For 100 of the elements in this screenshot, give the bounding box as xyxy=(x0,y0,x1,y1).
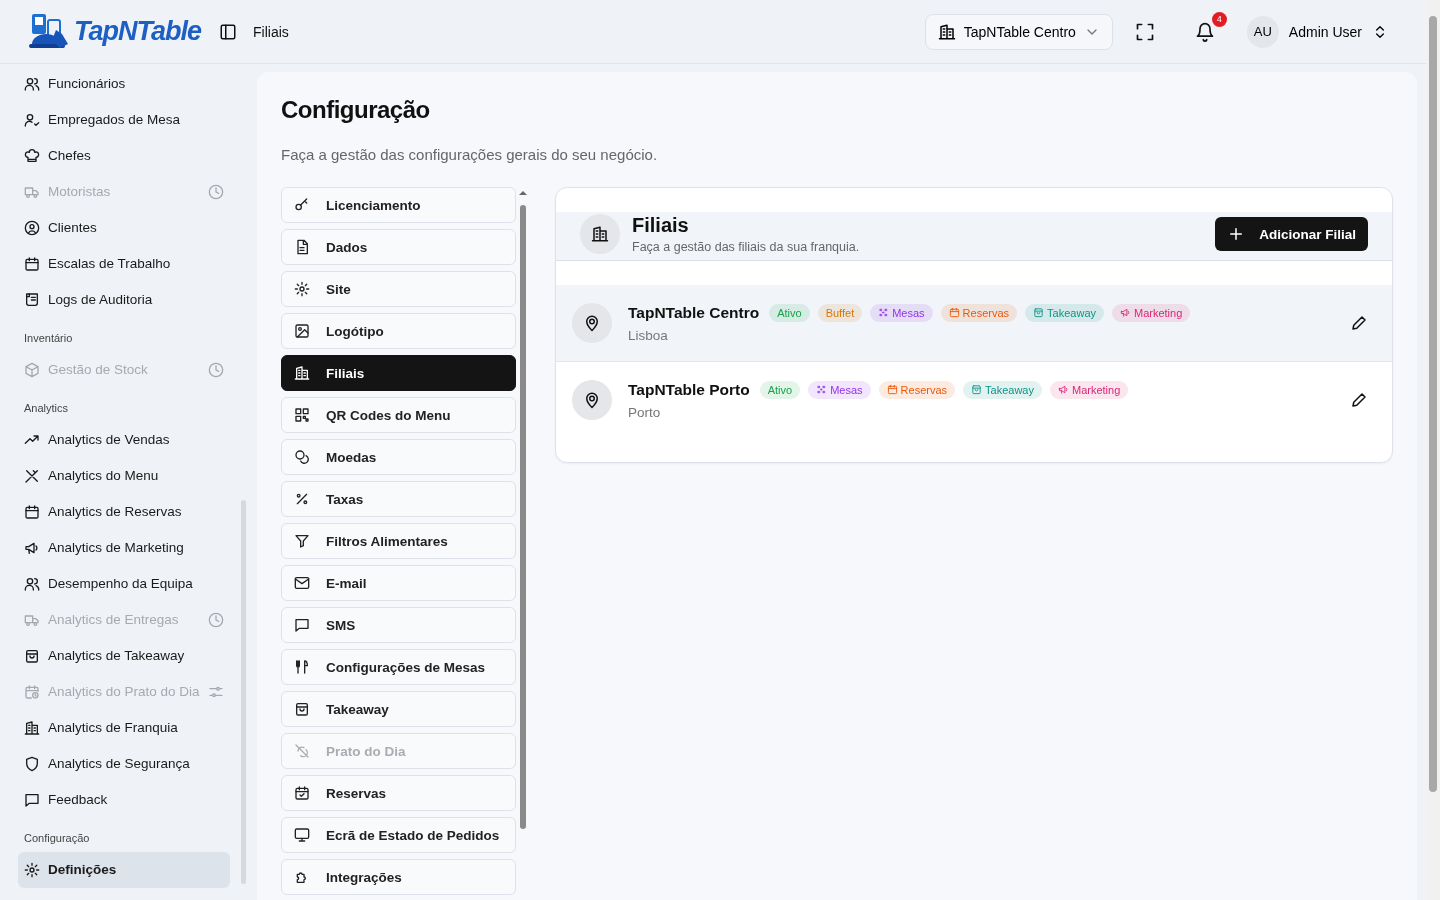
page-title: Filiais xyxy=(253,23,289,40)
settings-menu-item[interactable]: Dados xyxy=(281,229,516,265)
monitor-icon xyxy=(294,827,310,843)
settings-menu-item[interactable]: Taxas xyxy=(281,481,516,517)
settings-icon xyxy=(294,281,310,297)
settings-menu-item[interactable]: Site xyxy=(281,271,516,307)
branch-city: Porto xyxy=(628,404,662,420)
branch-select[interactable]: TapNTable Centro xyxy=(924,13,1113,50)
fork-knife-icon xyxy=(294,659,310,675)
truck-icon xyxy=(24,612,40,628)
map-pin-icon xyxy=(572,303,612,343)
calendar-icon xyxy=(24,256,40,272)
sidebar-item[interactable]: Chefes xyxy=(18,138,230,174)
megaphone-icon xyxy=(1058,384,1069,395)
users-icon xyxy=(24,76,40,92)
bag-icon xyxy=(1033,307,1045,318)
section-heading: Analytics xyxy=(23,401,70,416)
user-avatar: AU xyxy=(1246,15,1279,48)
crossed-out-icon xyxy=(294,743,310,759)
settings-menu-item[interactable]: Licenciamento xyxy=(281,187,516,223)
sidebar-item[interactable]: Analytics de Reservas xyxy=(18,494,230,530)
grid-icon xyxy=(878,307,890,318)
settings-menu-item[interactable]: Configurações de Mesas xyxy=(281,649,516,685)
sidebar-item[interactable]: Analytics de Vendas xyxy=(18,422,230,458)
feature-tag: Mesas xyxy=(808,380,871,399)
feature-tag: Reservas xyxy=(940,303,1018,322)
image-icon xyxy=(294,323,310,339)
edit-icon[interactable] xyxy=(1350,314,1368,332)
feature-tag: Marketing xyxy=(1112,303,1191,322)
settings-menu-item[interactable]: QR Codes do Menu xyxy=(281,397,516,433)
sidebar-item[interactable]: Clientes xyxy=(18,210,230,246)
logo-text: TapNTable xyxy=(74,16,201,47)
card-title: Filiais xyxy=(632,214,690,237)
notifications-icon[interactable] xyxy=(1194,21,1215,42)
sidebar-item[interactable]: Analytics de Takeaway xyxy=(18,638,230,674)
edit-icon[interactable] xyxy=(1350,391,1368,409)
bag-icon xyxy=(971,384,983,395)
fullscreen-icon[interactable] xyxy=(1134,21,1155,42)
sidebar-item[interactable]: Analytics de Franquia xyxy=(18,710,230,746)
scroll-bar[interactable] xyxy=(1426,0,1440,900)
bag-icon xyxy=(294,701,310,717)
sidebar-item[interactable]: Analytics do Menu xyxy=(18,458,230,494)
add-branch-button[interactable]: Adicionar Filial xyxy=(1215,217,1368,251)
sidebar-item[interactable]: Empregados de Mesa xyxy=(18,102,230,138)
clock-icon xyxy=(208,184,224,200)
branch-row[interactable]: TapNTable Porto Ativo Mesas Reservas Takeaway Marketing Porto xyxy=(556,362,1392,438)
settings-menu-item[interactable]: Filtros Alimentares xyxy=(281,523,516,559)
sidebar-item[interactable]: Analytics de Segurança xyxy=(18,746,230,782)
settings-menu-item[interactable]: Filiais xyxy=(281,355,516,391)
branch-row[interactable]: TapNTable Centro Ativo Buffet Mesas Reservas Takeaway Marketing Lisboa xyxy=(556,285,1392,362)
section-heading: Inventário xyxy=(23,331,74,346)
sidebar-item[interactable]: Analytics de Marketing xyxy=(18,530,230,566)
clock-icon xyxy=(208,612,224,628)
feature-tag: Takeaway xyxy=(963,380,1042,399)
card-description: Faça a gestão das filiais da sua franquia. xyxy=(632,240,861,254)
page-heading: Configuração xyxy=(281,96,431,124)
scroll-icon xyxy=(24,292,40,308)
branch-name: TapNTable Centro xyxy=(628,303,760,322)
building-icon xyxy=(937,22,956,41)
message-icon xyxy=(24,792,40,808)
settings-icon xyxy=(24,862,40,878)
filter-icon xyxy=(294,533,310,549)
feature-tag: Takeaway xyxy=(1025,303,1104,322)
sidebar-item[interactable]: Funcionários xyxy=(18,66,230,102)
sidebar-item[interactable]: Logs de Auditoria xyxy=(18,282,230,318)
calendar-icon xyxy=(24,504,40,520)
key-icon xyxy=(294,197,310,213)
section-heading: Configuração xyxy=(23,831,91,846)
sidebar-item[interactable]: Escalas de Trabalho xyxy=(18,246,230,282)
feature-tag: Reservas xyxy=(878,380,956,399)
mail-icon xyxy=(294,575,310,591)
percent-icon xyxy=(294,491,310,507)
sidebar-item[interactable]: Desempenho da Equipa xyxy=(18,566,230,602)
notification-count: 4 xyxy=(1211,11,1227,27)
calendar-check-icon xyxy=(294,785,310,801)
calendar-clock-icon xyxy=(24,684,40,700)
settings-menu-item[interactable]: Logótipo xyxy=(281,313,516,349)
bag-icon xyxy=(24,648,40,664)
settings-menu-item[interactable]: E-mail xyxy=(281,565,516,601)
sidebar-item[interactable]: Definições xyxy=(18,852,230,888)
settings-menu-item[interactable]: Takeaway xyxy=(281,691,516,727)
settings-menu-item[interactable]: Moedas xyxy=(281,439,516,475)
shield-icon xyxy=(24,756,40,772)
grid-icon xyxy=(816,384,828,395)
settings-menu-item[interactable]: SMS xyxy=(281,607,516,643)
building-icon xyxy=(294,365,310,381)
box-icon xyxy=(24,362,40,378)
settings-menu-item[interactable]: Reservas xyxy=(281,775,516,811)
user-menu[interactable]: AU Admin User xyxy=(1246,15,1388,48)
page-description: Faça a gestão das configurações gerais do seu negócio. xyxy=(281,146,659,163)
branch-city: Lisboa xyxy=(628,327,669,343)
user-circle-icon xyxy=(24,220,40,236)
settings-menu-item[interactable]: Ecrã de Estado de Pedidos xyxy=(281,817,516,853)
qr-code-icon xyxy=(294,407,310,423)
feature-tag: Marketing xyxy=(1050,380,1129,399)
sidebar-item[interactable]: Feedback xyxy=(18,782,230,818)
sidebar-toggle-icon[interactable] xyxy=(219,22,237,41)
clock-icon xyxy=(208,362,224,378)
calendar-icon xyxy=(948,307,960,318)
settings-menu-item[interactable]: Integrações xyxy=(281,859,516,895)
